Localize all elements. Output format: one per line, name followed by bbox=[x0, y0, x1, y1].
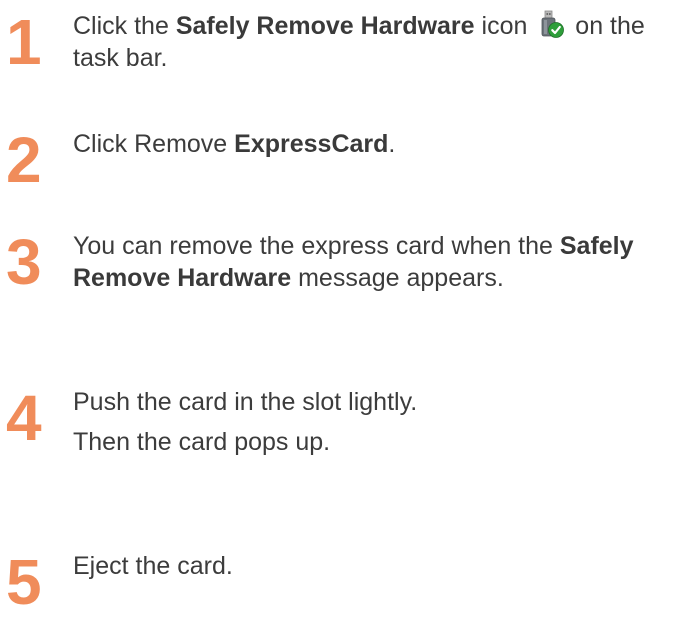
step-instruction: Click the Safely Remove Hardware icon on… bbox=[73, 10, 693, 74]
step-line: You can remove the express card when the… bbox=[73, 230, 693, 262]
step-line: task bar. bbox=[73, 44, 168, 72]
step-number: 1 bbox=[6, 6, 42, 78]
bold-term: Remove Hardware bbox=[73, 264, 292, 292]
safely-remove-hardware-icon bbox=[536, 10, 566, 40]
text-segment: Click Remove bbox=[73, 130, 235, 158]
step-line: Remove Hardware message appears. bbox=[73, 262, 693, 294]
text-segment: icon bbox=[474, 12, 535, 40]
text-segment: You can remove the express card when the bbox=[73, 232, 560, 260]
bold-term: Safely bbox=[559, 232, 634, 260]
step-line: Click Remove ExpressCard. bbox=[73, 128, 693, 160]
step-instruction: Click Remove ExpressCard. bbox=[73, 128, 693, 160]
step-line: Push the card in the slot lightly. bbox=[73, 388, 418, 416]
step-number: 4 bbox=[6, 382, 42, 454]
step-number: 2 bbox=[6, 124, 42, 196]
bold-term: ExpressCard bbox=[234, 130, 389, 158]
text-segment: Click the bbox=[73, 12, 176, 40]
step-instruction: Eject the card. bbox=[73, 550, 693, 582]
step-instruction: You can remove the express card when the… bbox=[73, 230, 693, 294]
step-number: 3 bbox=[6, 226, 42, 298]
text-segment: message appears. bbox=[291, 264, 504, 292]
text-segment: . bbox=[388, 130, 396, 158]
step-number: 5 bbox=[6, 546, 42, 618]
step-line: Then the card pops up. bbox=[73, 428, 331, 456]
step-instruction: Push the card in the slot lightly. Then … bbox=[73, 386, 693, 458]
text-segment: on the bbox=[568, 12, 645, 40]
bold-term: Safely Remove Hardware bbox=[175, 12, 475, 40]
step-line: Click the Safely Remove Hardware icon on… bbox=[73, 10, 693, 42]
step-line: Eject the card. bbox=[73, 552, 233, 580]
